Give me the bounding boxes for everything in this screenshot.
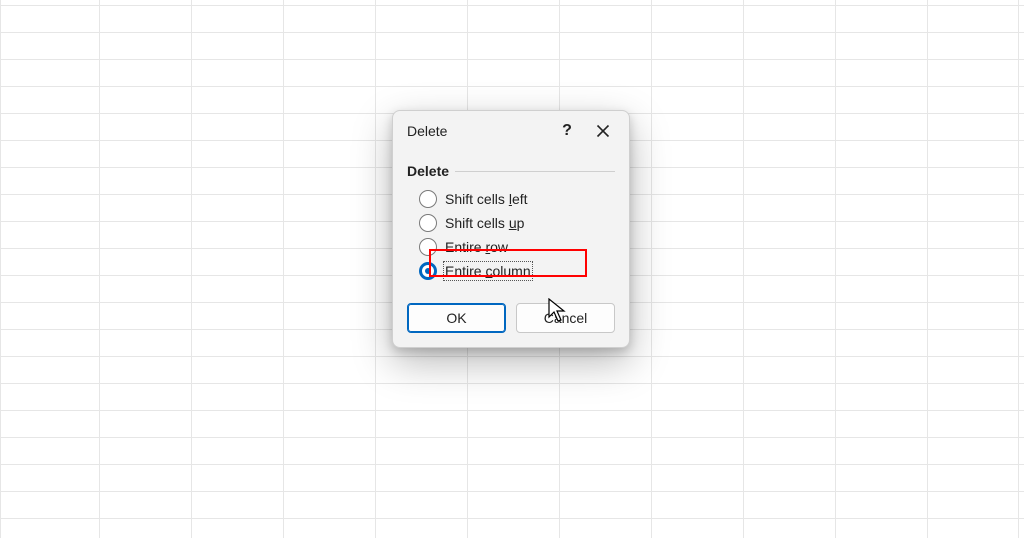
radio-label: Entire column [445,263,531,279]
help-icon: ? [559,123,575,139]
group-label-text: Delete [407,163,455,179]
radio-entire-column[interactable]: Entire column [419,259,615,283]
dialog-button-row: OK Cancel [393,301,629,347]
radio-label: Shift cells left [445,191,528,207]
cancel-button-label: Cancel [544,310,588,326]
delete-dialog: Delete ? Delete Shift cells left [392,110,630,348]
radio-shift-cells-left[interactable]: Shift cells left [419,187,615,211]
group-label-line [455,171,615,172]
delete-dialog-titlebar[interactable]: Delete ? [393,111,629,151]
radio-entire-row[interactable]: Entire row [419,235,615,259]
radio-label: Entire row [445,239,508,255]
radio-indicator [419,262,437,280]
help-button[interactable]: ? [549,116,585,146]
ok-button-label: OK [446,310,466,326]
close-icon [596,124,610,138]
radio-indicator [419,214,437,232]
dialog-body: Delete Shift cells left Shift cells up E… [393,155,629,301]
delete-option-group: Delete Shift cells left Shift cells up E… [407,155,615,289]
radio-label: Shift cells up [445,215,524,231]
radio-indicator [419,190,437,208]
cancel-button[interactable]: Cancel [516,303,615,333]
group-label: Delete [407,163,615,179]
radio-shift-cells-up[interactable]: Shift cells up [419,211,615,235]
close-button[interactable] [585,116,621,146]
svg-text:?: ? [562,123,572,139]
dialog-title: Delete [407,123,447,139]
ok-button[interactable]: OK [407,303,506,333]
radio-indicator [419,238,437,256]
